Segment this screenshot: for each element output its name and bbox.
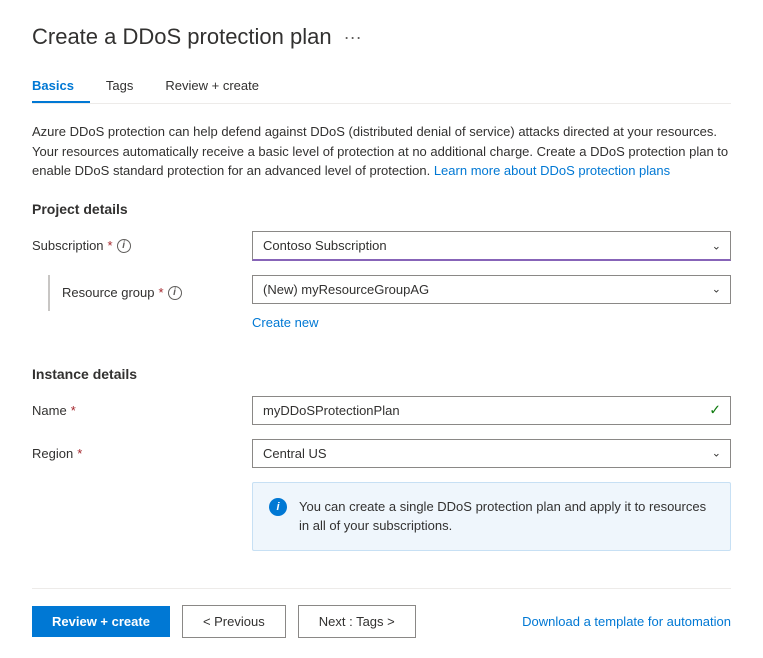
checkmark-icon: ✓ <box>709 402 721 419</box>
info-box-text: You can create a single DDoS protection … <box>299 497 714 536</box>
tab-review-create[interactable]: Review + create <box>149 70 275 103</box>
region-select-wrapper: Central US ⌄ <box>252 439 731 468</box>
tab-basics[interactable]: Basics <box>32 70 90 103</box>
subscription-info-icon[interactable]: i <box>117 239 131 253</box>
resource-group-row: Resource group * i (New) myResourceGroup… <box>32 275 731 311</box>
review-create-button[interactable]: Review + create <box>32 606 170 637</box>
instance-details-title: Instance details <box>32 366 731 382</box>
tab-tags[interactable]: Tags <box>90 70 149 103</box>
previous-button[interactable]: < Previous <box>182 605 286 638</box>
subscription-label: Subscription * i <box>32 238 252 253</box>
indent-line <box>48 275 50 311</box>
project-details-section: Project details Subscription * i Contoso… <box>32 201 731 344</box>
project-details-title: Project details <box>32 201 731 217</box>
create-new-link[interactable]: Create new <box>252 315 731 330</box>
next-button[interactable]: Next : Tags > <box>298 605 416 638</box>
info-box-icon: i <box>269 498 287 516</box>
resource-group-label: Resource group * i <box>62 285 182 300</box>
ellipsis-menu[interactable]: ··· <box>344 27 362 48</box>
name-input[interactable] <box>252 396 731 425</box>
page-title: Create a DDoS protection plan <box>32 24 332 50</box>
learn-more-link[interactable]: Learn more about DDoS protection plans <box>434 163 670 178</box>
tabs-nav: Basics Tags Review + create <box>32 70 731 104</box>
resource-group-info-icon[interactable]: i <box>168 286 182 300</box>
region-label: Region * <box>32 446 252 461</box>
footer: Review + create < Previous Next : Tags >… <box>32 588 731 638</box>
name-row: Name * ✓ <box>32 396 731 425</box>
name-required: * <box>71 403 76 418</box>
resource-group-select[interactable]: (New) myResourceGroupAG <box>252 275 731 304</box>
resource-group-required: * <box>159 285 164 300</box>
subscription-row: Subscription * i Contoso Subscription ⌄ <box>32 231 731 261</box>
subscription-select[interactable]: Contoso Subscription <box>252 231 731 261</box>
region-required: * <box>77 446 82 461</box>
info-box: i You can create a single DDoS protectio… <box>252 482 731 551</box>
resource-group-select-wrapper: (New) myResourceGroupAG ⌄ <box>252 275 731 304</box>
region-select[interactable]: Central US <box>252 439 731 468</box>
download-template-link[interactable]: Download a template for automation <box>522 614 731 629</box>
region-row: Region * Central US ⌄ <box>32 439 731 468</box>
subscription-select-wrapper: Contoso Subscription ⌄ <box>252 231 731 261</box>
name-label: Name * <box>32 403 252 418</box>
name-input-wrapper: ✓ <box>252 396 731 425</box>
instance-details-section: Instance details Name * ✓ Region * <box>32 366 731 551</box>
description-text: Azure DDoS protection can help defend ag… <box>32 122 731 181</box>
subscription-required: * <box>108 238 113 253</box>
